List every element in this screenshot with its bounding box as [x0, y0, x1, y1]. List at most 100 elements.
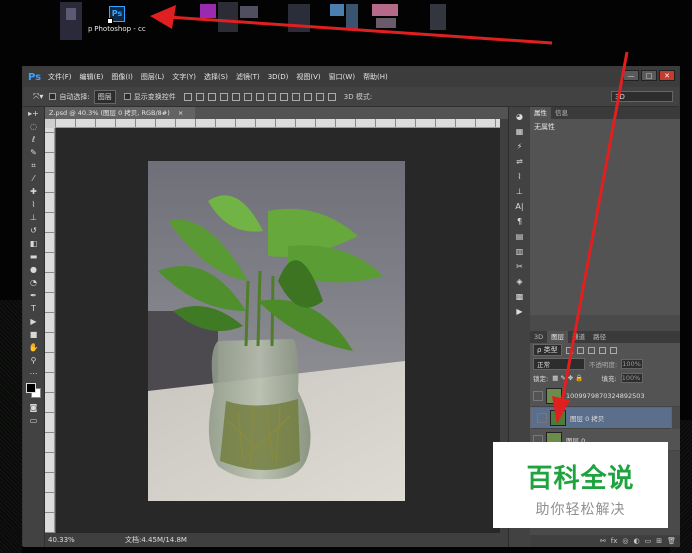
- shape-tool-icon[interactable]: ■: [27, 330, 41, 340]
- tab-3d[interactable]: 3D: [530, 331, 547, 343]
- show-transform-checkbox[interactable]: [123, 93, 131, 100]
- delete-layer-icon[interactable]: 🗑: [667, 537, 676, 545]
- edit-toolbar-icon[interactable]: ⋯: [27, 369, 41, 379]
- color-panel-icon[interactable]: ◕: [514, 112, 526, 122]
- filter-shape-icon[interactable]: [598, 346, 606, 354]
- eyedropper-tool-icon[interactable]: ⁄: [27, 174, 41, 184]
- workspace-dropdown[interactable]: 3D: [611, 91, 673, 102]
- actions-panel-icon[interactable]: ▶: [514, 307, 526, 317]
- layer-row[interactable]: 1009979870324892503: [530, 385, 680, 407]
- swatches-panel-icon[interactable]: ▦: [514, 127, 526, 137]
- blurred-desktop-icon[interactable]: [218, 2, 238, 32]
- tools-preset-icon[interactable]: ✂: [514, 262, 526, 272]
- layer-row-selected[interactable]: 图层 0 拷贝: [530, 407, 672, 429]
- foreground-color[interactable]: [25, 383, 36, 393]
- photoshop-desktop-shortcut[interactable]: Ps Photoshop - cc: [94, 6, 146, 46]
- color-swatches[interactable]: [25, 383, 42, 399]
- crop-tool-icon[interactable]: ⌗: [27, 161, 41, 171]
- tab-channels[interactable]: 通道: [568, 331, 589, 343]
- layer-filter-type-dropdown[interactable]: ρ 类型: [533, 344, 562, 356]
- tab-paths[interactable]: 路径: [589, 331, 610, 343]
- horizontal-ruler[interactable]: [55, 119, 500, 128]
- adjustments-panel-icon[interactable]: ⚡: [514, 142, 526, 152]
- new-layer-icon[interactable]: ⊞: [656, 537, 662, 545]
- distribute-left-icon[interactable]: [291, 92, 300, 101]
- new-group-icon[interactable]: ▭: [645, 537, 652, 545]
- link-layers-icon[interactable]: ⚯: [600, 537, 606, 545]
- healing-brush-tool-icon[interactable]: ✚: [27, 187, 41, 197]
- info-panel-icon[interactable]: ▤: [514, 232, 526, 242]
- opacity-field[interactable]: 100%: [621, 359, 644, 369]
- maximize-button[interactable]: □: [641, 70, 657, 81]
- align-right-icon[interactable]: [243, 92, 252, 101]
- brush-tool-icon[interactable]: ⌇: [27, 200, 41, 210]
- layer-style-icon[interactable]: fx: [611, 537, 618, 545]
- tab-properties[interactable]: 属性: [530, 107, 551, 119]
- blurred-desktop-icon[interactable]: [240, 6, 258, 18]
- align-middle-icon[interactable]: [195, 92, 204, 101]
- distribute-right-icon[interactable]: [315, 92, 324, 101]
- distribute-top-icon[interactable]: [255, 92, 264, 101]
- menu-view[interactable]: 视图(V): [296, 72, 320, 82]
- lock-icons[interactable]: ▦ ✎ ✥ 🔒: [552, 374, 583, 382]
- eraser-tool-icon[interactable]: ◧: [27, 239, 41, 249]
- blend-mode-dropdown[interactable]: 正常: [533, 358, 585, 370]
- brush-panel-icon[interactable]: ⌇: [514, 172, 526, 182]
- filter-pixel-icon[interactable]: [565, 346, 573, 354]
- blurred-desktop-icon[interactable]: [200, 4, 216, 18]
- pen-tool-icon[interactable]: ✒: [27, 291, 41, 301]
- blurred-desktop-icon[interactable]: [346, 4, 358, 30]
- type-tool-icon[interactable]: T: [27, 304, 41, 314]
- clone-source-icon[interactable]: ⊥: [514, 187, 526, 197]
- align-bottom-icon[interactable]: [207, 92, 216, 101]
- lasso-tool-icon[interactable]: ℓ: [27, 135, 41, 145]
- move-tool-preset-icon[interactable]: ⤧▾: [33, 92, 43, 102]
- blurred-desktop-icon[interactable]: [288, 4, 310, 32]
- zoom-level[interactable]: 40.33%: [45, 536, 85, 544]
- document-image-plant-vase[interactable]: [148, 161, 405, 501]
- close-document-icon[interactable]: ×: [178, 109, 183, 117]
- document-tab[interactable]: Z.psd @ 40.3% (图层 0 拷贝, RGB/8#) ×: [45, 107, 195, 119]
- distribute-middle-icon[interactable]: [267, 92, 276, 101]
- quick-mask-icon[interactable]: ◙: [27, 403, 41, 413]
- align-top-icon[interactable]: [183, 92, 192, 101]
- align-left-icon[interactable]: [219, 92, 228, 101]
- minimize-button[interactable]: —: [623, 70, 639, 81]
- menu-filter[interactable]: 滤镜(T): [236, 72, 260, 82]
- layer-visibility-toggle[interactable]: [537, 413, 547, 423]
- add-mask-icon[interactable]: ◎: [622, 537, 628, 545]
- clone-stamp-tool-icon[interactable]: ⊥: [27, 213, 41, 223]
- tab-layers[interactable]: 图层: [547, 331, 569, 343]
- menu-select[interactable]: 选择(S): [204, 72, 228, 82]
- close-button[interactable]: ✕: [659, 70, 675, 81]
- menu-edit[interactable]: 编辑(E): [80, 72, 104, 82]
- zoom-tool-icon[interactable]: ⚲: [27, 356, 41, 366]
- auto-select-checkbox[interactable]: [49, 93, 57, 100]
- fill-field[interactable]: 100%: [620, 373, 643, 383]
- path-select-tool-icon[interactable]: ▶: [27, 317, 41, 327]
- styles-panel-icon[interactable]: ⇌: [514, 157, 526, 167]
- blur-tool-icon[interactable]: ●: [27, 265, 41, 275]
- auto-align-icon[interactable]: [327, 92, 336, 101]
- hand-tool-icon[interactable]: ✋: [27, 343, 41, 353]
- paragraph-panel-icon[interactable]: ¶: [514, 217, 526, 227]
- character-panel-icon[interactable]: A|: [514, 202, 526, 212]
- history-brush-tool-icon[interactable]: ↺: [27, 226, 41, 236]
- menu-image[interactable]: 图像(I): [111, 72, 133, 82]
- distribute-center-icon[interactable]: [303, 92, 312, 101]
- menu-window[interactable]: 窗口(W): [329, 72, 355, 82]
- filter-smart-icon[interactable]: [609, 346, 617, 354]
- layer-visibility-toggle[interactable]: [533, 390, 543, 401]
- menu-3d[interactable]: 3D(D): [268, 73, 289, 81]
- blurred-desktop-icon[interactable]: [372, 4, 398, 16]
- marquee-tool-icon[interactable]: ◌: [27, 122, 41, 132]
- move-tool-icon[interactable]: ▸+: [27, 109, 41, 119]
- notes-panel-icon[interactable]: ▥: [514, 247, 526, 257]
- vertical-ruler[interactable]: [45, 128, 55, 533]
- quick-select-tool-icon[interactable]: ✎: [27, 148, 41, 158]
- align-center-icon[interactable]: [231, 92, 240, 101]
- blurred-desktop-icon[interactable]: [430, 4, 446, 30]
- distribute-bottom-icon[interactable]: [279, 92, 288, 101]
- histogram-panel-icon[interactable]: ▩: [514, 292, 526, 302]
- menu-help[interactable]: 帮助(H): [363, 72, 388, 82]
